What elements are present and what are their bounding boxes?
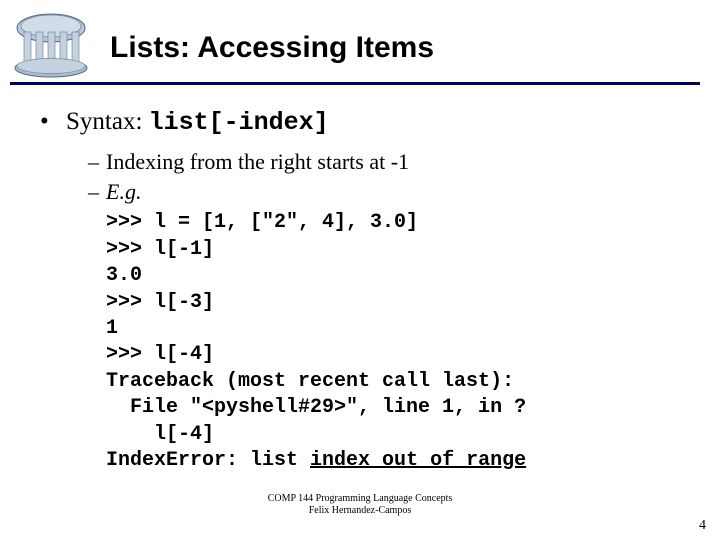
code-line: >>> l = [1, ["2", 4], 3.0]: [106, 211, 418, 234]
slide-title: Lists: Accessing Items: [110, 31, 434, 65]
sub-item-indexing: – Indexing from the right starts at -1: [88, 147, 690, 177]
sub-bullets: – Indexing from the right starts at -1 –…: [88, 147, 690, 206]
page-number: 4: [699, 518, 706, 534]
sub-item-eg: – E.g.: [88, 177, 690, 207]
bullet-syntax: • Syntax: list[-index]: [40, 108, 690, 137]
code-line-error-msg: index out of range: [310, 449, 526, 472]
footer-author: Felix Hernandez-Campos: [0, 505, 720, 517]
code-line: 1: [106, 317, 118, 340]
code-line: File "<pyshell#29>", line 1, in ?: [106, 396, 526, 419]
code-line-error-prefix: IndexError: list: [106, 449, 310, 472]
code-line: >>> l[-3]: [106, 291, 214, 314]
sub-text-eg: E.g.: [106, 177, 141, 207]
syntax-label: Syntax:: [66, 108, 149, 135]
slide-footer: COMP 144 Programming Language Concepts F…: [0, 493, 720, 516]
code-line: >>> l[-4]: [106, 343, 214, 366]
code-line: 3.0: [106, 264, 142, 287]
code-example: >>> l = [1, ["2", 4], 3.0] >>> l[-1] 3.0…: [106, 210, 690, 474]
dash-icon: –: [88, 177, 106, 207]
title-underline-rule: [10, 82, 700, 85]
code-line: l[-4]: [106, 423, 214, 446]
footer-course: COMP 144 Programming Language Concepts: [0, 493, 720, 505]
unc-well-logo: [10, 10, 92, 80]
bullet-dot-icon: •: [40, 108, 66, 136]
slide-header: Lists: Accessing Items: [0, 0, 720, 80]
dash-icon: –: [88, 147, 106, 177]
syntax-code: list[-index]: [149, 108, 329, 137]
code-line: Traceback (most recent call last):: [106, 370, 514, 393]
sub-text-indexing: Indexing from the right starts at -1: [106, 147, 409, 177]
code-line: >>> l[-1]: [106, 238, 214, 261]
slide-content: • Syntax: list[-index] – Indexing from t…: [40, 108, 690, 474]
